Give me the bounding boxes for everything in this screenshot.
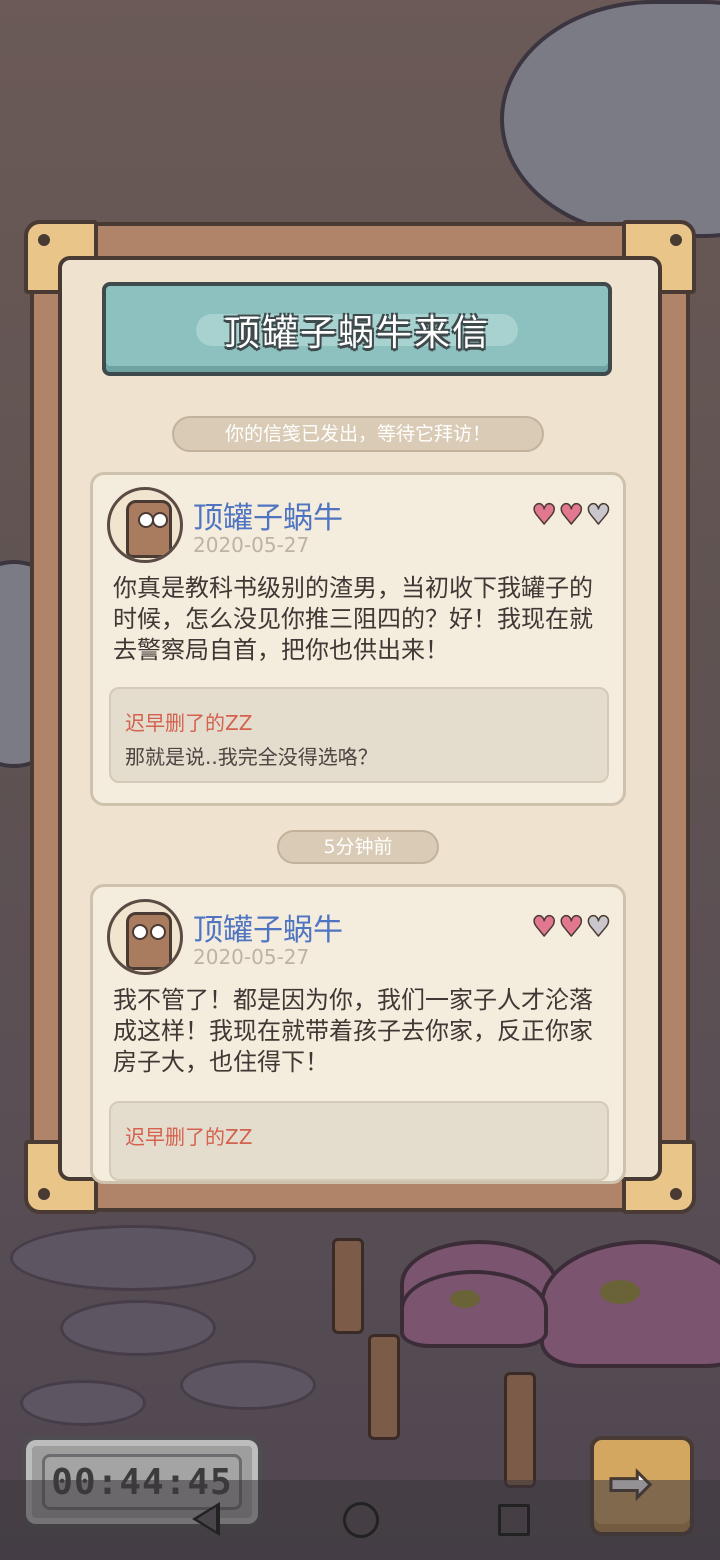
letter-message: 我不管了！都是因为你，我们一家子人才沦落成这样！我现在就带着孩子去你家，反正你家… (113, 986, 593, 1076)
background-rock (500, 0, 720, 238)
background-post (368, 1334, 400, 1440)
background-stone (20, 1380, 146, 1426)
avatar-eye (152, 512, 168, 528)
heart-icon: ♥ (531, 498, 558, 531)
sender-name: 顶罐子蜗牛 (193, 501, 343, 536)
background-post (332, 1238, 364, 1334)
heart-icon: ♥ (585, 498, 612, 531)
snail-avatar[interactable] (107, 899, 183, 975)
snail-avatar[interactable] (107, 487, 183, 563)
background-spot (600, 1280, 640, 1304)
avatar-jar (126, 912, 172, 970)
reply-box: 迟早删了的ZZ (109, 1101, 609, 1181)
reply-author: 迟早删了的ZZ (125, 711, 253, 735)
background-stone (10, 1225, 256, 1291)
title-banner: 顶罐子蜗牛来信 (102, 282, 612, 376)
system-nav-bar (0, 1480, 720, 1560)
background-post (504, 1372, 536, 1488)
avatar-eye (150, 924, 166, 940)
letter-message: 你真是教科书级别的渣男，当初收下我罐子的时候，怎么没见你推三阻四的？好！我现在就… (113, 574, 593, 664)
background-spot (450, 1290, 480, 1308)
sent-status-badge: 你的信笺已发出，等待它拜访！ (172, 416, 544, 452)
heart-icon: ♥ (585, 910, 612, 943)
heart-icon: ♥ (558, 498, 585, 531)
reply-box: 迟早删了的ZZ 那就是说..我完全没得选咯？ (109, 687, 609, 783)
heart-icon: ♥ (531, 910, 558, 943)
avatar-jar (126, 500, 172, 558)
heart-icon: ♥ (558, 910, 585, 943)
background-stone (180, 1360, 316, 1410)
time-divider-badge: 5分钟前 (277, 830, 439, 864)
reply-text: 那就是说..我完全没得选咯？ (125, 745, 378, 769)
sender-name: 顶罐子蜗牛 (193, 913, 343, 948)
letter-card: 顶罐子蜗牛 2020-05-27 ♥ ♥ ♥ 你真是教科书级别的渣男，当初收下我… (90, 472, 626, 806)
letter-date: 2020-05-27 (193, 945, 310, 969)
page-title: 顶罐子蜗牛来信 (223, 313, 490, 354)
reply-author: 迟早删了的ZZ (125, 1125, 253, 1149)
affinity-hearts: ♥ ♥ ♥ (531, 498, 612, 531)
background-mushroom (400, 1270, 548, 1348)
background-stone (60, 1300, 216, 1356)
nav-recent-icon[interactable] (498, 1504, 530, 1536)
affinity-hearts: ♥ ♥ ♥ (531, 910, 612, 943)
background-mushroom (540, 1240, 720, 1368)
avatar-eye (132, 924, 148, 940)
nav-home-icon[interactable] (343, 1502, 379, 1538)
letter-date: 2020-05-27 (193, 533, 310, 557)
letter-card: 顶罐子蜗牛 2020-05-27 ♥ ♥ ♥ 我不管了！都是因为你，我们一家子人… (90, 884, 626, 1184)
nav-back-icon[interactable] (192, 1502, 220, 1536)
